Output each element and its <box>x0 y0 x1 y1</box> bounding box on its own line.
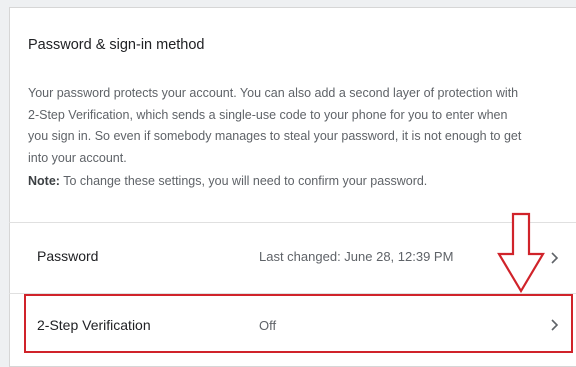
note-label: Note: <box>28 174 60 188</box>
chevron-right-icon <box>551 252 559 264</box>
note-text: To change these settings, you will need … <box>59 174 428 188</box>
section-description: Your password protects your account. You… <box>28 86 522 165</box>
password-last-changed: Last changed: June 28, 12:39 PM <box>259 249 454 264</box>
down-arrow-annotation-icon <box>497 212 545 294</box>
highlight-box <box>24 294 573 353</box>
password-row[interactable]: Password Last changed: June 28, 12:39 PM <box>9 223 576 293</box>
password-label: Password <box>37 248 99 264</box>
section-title: Password & sign-in method <box>28 37 205 53</box>
settings-note: Note: To change these settings, you will… <box>28 174 528 188</box>
